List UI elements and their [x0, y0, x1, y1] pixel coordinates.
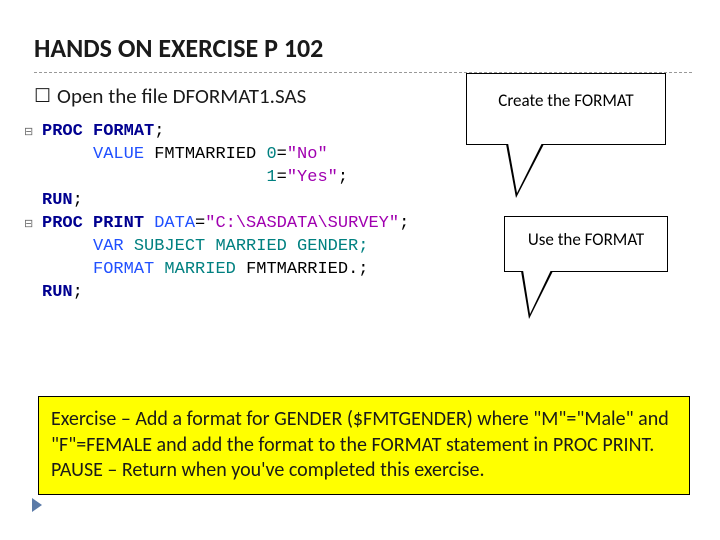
callout-tail-fill — [523, 270, 551, 314]
var-married: MARRIED — [154, 259, 246, 282]
fold-icon: ⊟ — [24, 125, 42, 140]
semicolon: ; — [73, 282, 83, 305]
semicolon: ; — [399, 213, 409, 236]
kw-proc: PROC — [42, 213, 83, 236]
kw-print: PRINT — [83, 213, 144, 236]
callout-tail-fill — [508, 143, 542, 193]
str-path: "C:\SASDATA\SURVEY" — [205, 213, 399, 236]
bullet-prefix: Open — [57, 83, 108, 109]
fmt-ref: FMTMARRIED. — [246, 259, 358, 282]
exercise-text: Exercise – Add a format for GENDER ($FMT… — [51, 407, 669, 482]
equals: = — [195, 213, 205, 236]
exercise-box: Exercise – Add a format for GENDER ($FMT… — [38, 396, 690, 495]
slide-marker-icon — [32, 498, 42, 512]
semicolon: ; — [154, 121, 164, 144]
checkbox-icon: ☐ — [34, 87, 51, 106]
fold-icon: ⊟ — [24, 217, 42, 232]
semicolon: ; — [358, 259, 368, 282]
bullet-text: Open the file DFORMAT1.SAS — [57, 83, 306, 109]
callout-use-format: Use the FORMAT — [504, 216, 668, 272]
semicolon: ; — [338, 167, 348, 190]
code-line-4: RUN; — [24, 190, 692, 213]
callout-create-format: Create the FORMAT — [466, 73, 666, 145]
kw-proc: PROC — [42, 121, 83, 144]
code-line-3: 1="Yes"; — [24, 167, 692, 190]
lit-one: 1 — [266, 167, 276, 190]
lit-zero: 0 — [266, 144, 276, 167]
kw-format: FORMAT — [83, 121, 154, 144]
kw-run: RUN — [42, 190, 73, 213]
kw-var: VAR — [93, 236, 124, 259]
str-no: "No" — [287, 144, 328, 167]
semicolon: ; — [73, 190, 83, 213]
kw-run: RUN — [42, 282, 73, 305]
code-line-2: VALUE FMTMARRIED 0="No" — [24, 144, 692, 167]
code-line-8: RUN; — [24, 282, 692, 305]
kw-format: FORMAT — [93, 259, 154, 282]
kw-value: VALUE — [93, 144, 144, 167]
slide-title: HANDS ON EXERCISE P 102 — [34, 32, 692, 64]
fmt-name: FMTMARRIED — [144, 144, 266, 167]
equals: = — [277, 144, 287, 167]
str-yes: "Yes" — [287, 167, 338, 190]
kw-data: DATA — [144, 213, 195, 236]
code-block: ⊟PROC FORMAT; VALUE FMTMARRIED 0="No" 1=… — [24, 121, 692, 305]
equals: = — [277, 167, 287, 190]
var-list: SUBJECT MARRIED GENDER; — [124, 236, 369, 259]
bullet-rest: the file DFORMAT1.SAS — [108, 83, 306, 109]
